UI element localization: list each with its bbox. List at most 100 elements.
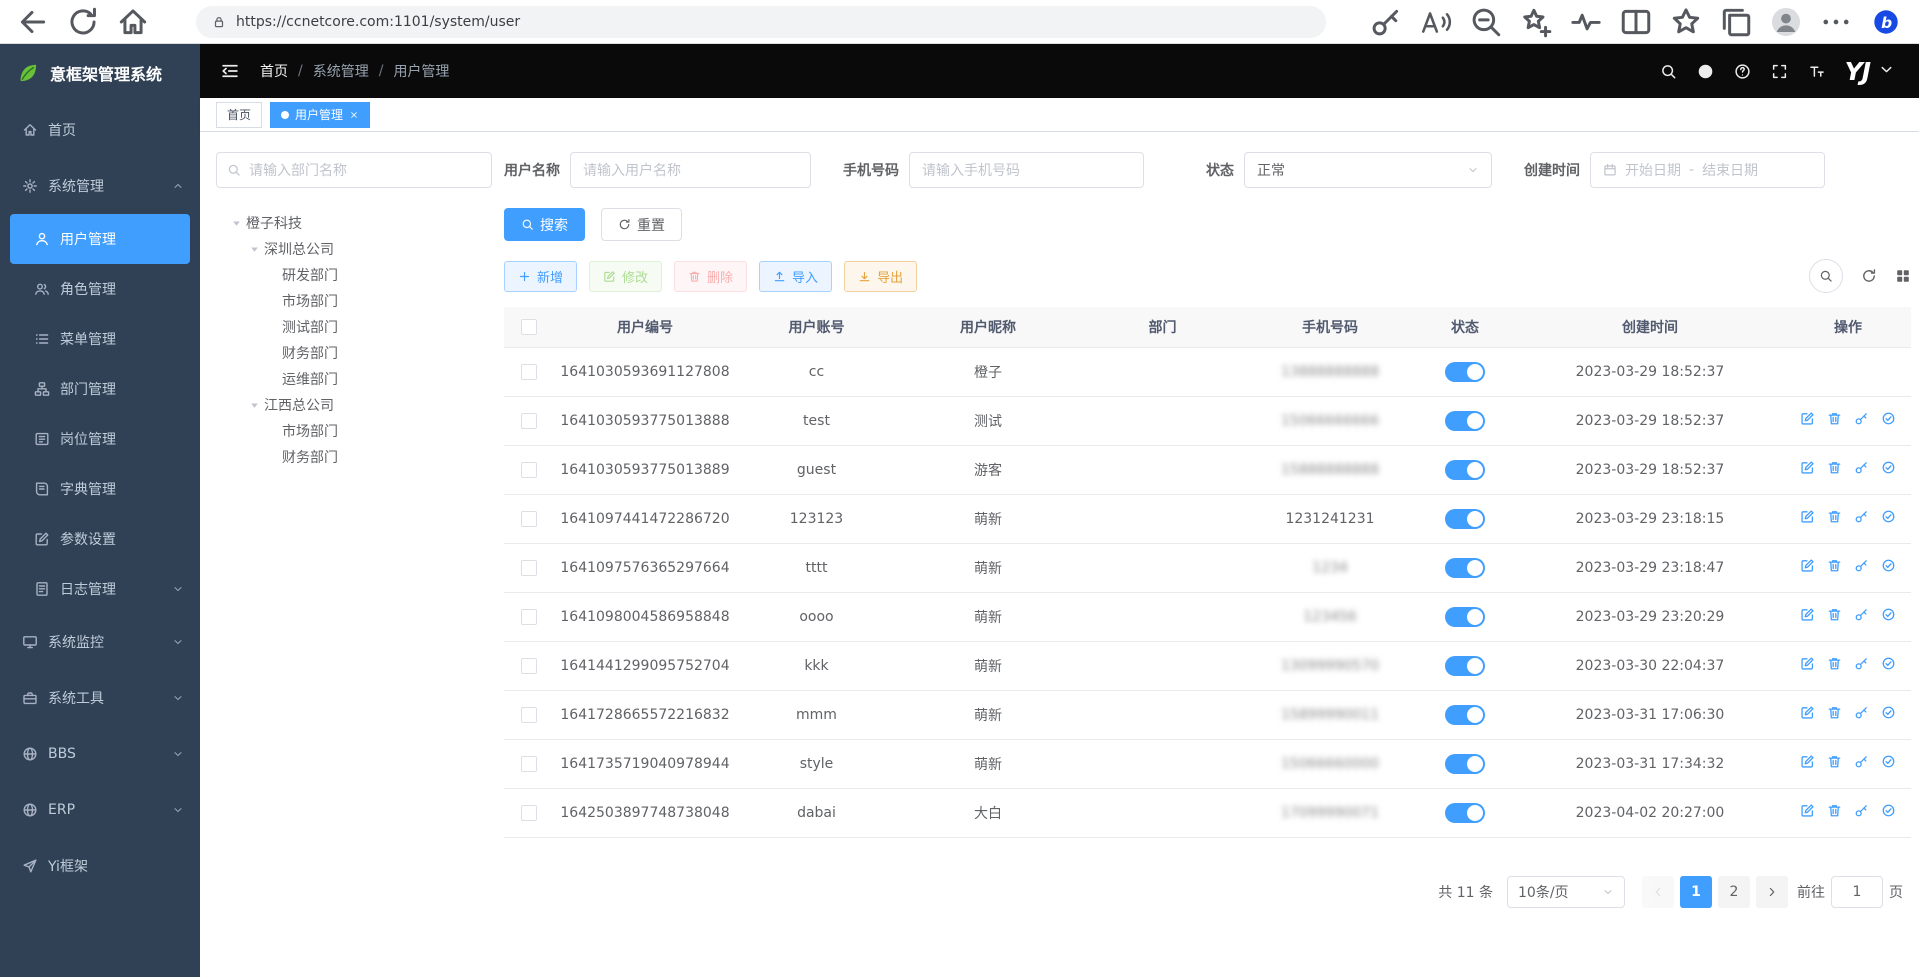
sidebar-item-post[interactable]: 岗位管理 <box>0 414 200 464</box>
page-button-2[interactable]: 2 <box>1718 876 1750 908</box>
browser-back-icon[interactable] <box>16 5 50 39</box>
sidebar-item-dept[interactable]: 部门管理 <box>0 364 200 414</box>
bing-icon[interactable]: b <box>1873 9 1899 35</box>
tree-node[interactable]: 橙子科技 <box>216 210 492 236</box>
sidebar-item-system[interactable]: 系统管理 <box>0 158 200 214</box>
browser-menu-icon[interactable] <box>1819 5 1853 39</box>
row-checkbox[interactable] <box>521 462 537 478</box>
font-size-icon[interactable] <box>1808 63 1825 80</box>
status-toggle[interactable] <box>1445 460 1485 480</box>
row-delete-icon[interactable] <box>1827 460 1842 475</box>
add-button[interactable]: 新增 <box>504 261 577 292</box>
status-toggle[interactable] <box>1445 607 1485 627</box>
sidebar-item-menu[interactable]: 菜单管理 <box>0 314 200 364</box>
status-toggle[interactable] <box>1445 705 1485 725</box>
row-delete-icon[interactable] <box>1827 509 1842 524</box>
table-refresh-icon[interactable] <box>1861 268 1877 284</box>
row-edit-icon[interactable] <box>1800 460 1815 475</box>
row-reset-password-icon[interactable] <box>1854 460 1869 475</box>
row-checkbox[interactable] <box>521 756 537 772</box>
sidebar-item-monitor[interactable]: 系统监控 <box>0 614 200 670</box>
row-reset-password-icon[interactable] <box>1854 411 1869 426</box>
address-bar[interactable]: https://ccnetcore.com:1101/system/user <box>196 6 1326 38</box>
prev-page-button[interactable] <box>1642 876 1674 908</box>
row-edit-icon[interactable] <box>1800 656 1815 671</box>
row-reset-password-icon[interactable] <box>1854 705 1869 720</box>
status-toggle[interactable] <box>1445 803 1485 823</box>
row-delete-icon[interactable] <box>1827 607 1842 622</box>
row-checkbox[interactable] <box>521 413 537 429</box>
password-key-icon[interactable] <box>1369 5 1403 39</box>
row-assign-role-icon[interactable] <box>1881 705 1896 720</box>
sidebar-item-home[interactable]: 首页 <box>0 102 200 158</box>
table-columns-icon[interactable] <box>1895 268 1911 284</box>
split-screen-icon[interactable] <box>1619 5 1653 39</box>
username-input[interactable]: 请输入用户名称 <box>570 152 811 188</box>
row-reset-password-icon[interactable] <box>1854 754 1869 769</box>
export-button[interactable]: 导出 <box>844 261 917 292</box>
sidebar-item-tools[interactable]: 系统工具 <box>0 670 200 726</box>
edit-button[interactable]: 修改 <box>589 261 662 292</box>
tree-node[interactable]: 深圳总公司 <box>216 236 492 262</box>
row-edit-icon[interactable] <box>1800 803 1815 818</box>
row-reset-password-icon[interactable] <box>1854 607 1869 622</box>
status-toggle[interactable] <box>1445 509 1485 529</box>
row-checkbox[interactable] <box>521 511 537 527</box>
row-delete-icon[interactable] <box>1827 705 1842 720</box>
fullscreen-icon[interactable] <box>1771 63 1788 80</box>
row-assign-role-icon[interactable] <box>1881 656 1896 671</box>
page-size-select[interactable]: 10条/页 <box>1507 876 1625 908</box>
help-icon[interactable] <box>1734 63 1751 80</box>
row-delete-icon[interactable] <box>1827 411 1842 426</box>
row-delete-icon[interactable] <box>1827 754 1842 769</box>
tab-0[interactable]: 首页 <box>216 102 262 128</box>
browser-refresh-icon[interactable] <box>66 5 100 39</box>
row-edit-icon[interactable] <box>1800 509 1815 524</box>
row-assign-role-icon[interactable] <box>1881 411 1896 426</box>
row-edit-icon[interactable] <box>1800 754 1815 769</box>
table-search-toggle[interactable] <box>1809 259 1843 293</box>
row-reset-password-icon[interactable] <box>1854 803 1869 818</box>
next-page-button[interactable] <box>1756 876 1788 908</box>
date-range-picker[interactable]: 开始日期 - 结束日期 <box>1590 152 1825 188</box>
tree-node[interactable]: 市场部门 <box>216 418 492 444</box>
tree-node[interactable]: 运维部门 <box>216 366 492 392</box>
read-aloud-icon[interactable] <box>1419 5 1453 39</box>
row-assign-role-icon[interactable] <box>1881 558 1896 573</box>
row-reset-password-icon[interactable] <box>1854 509 1869 524</box>
row-edit-icon[interactable] <box>1800 607 1815 622</box>
profile-avatar[interactable] <box>1769 5 1803 39</box>
row-edit-icon[interactable] <box>1800 558 1815 573</box>
page-button-1[interactable]: 1 <box>1680 876 1712 908</box>
select-all-checkbox[interactable] <box>521 319 537 335</box>
tree-node[interactable]: 研发部门 <box>216 262 492 288</box>
browser-home-icon[interactable] <box>116 5 150 39</box>
status-toggle[interactable] <box>1445 754 1485 774</box>
status-toggle[interactable] <box>1445 411 1485 431</box>
goto-page-input[interactable]: 1 <box>1831 876 1883 908</box>
row-assign-role-icon[interactable] <box>1881 803 1896 818</box>
row-reset-password-icon[interactable] <box>1854 558 1869 573</box>
header-search-icon[interactable] <box>1660 63 1677 80</box>
search-button[interactable]: 搜索 <box>504 208 585 241</box>
row-checkbox[interactable] <box>521 658 537 674</box>
status-toggle[interactable] <box>1445 362 1485 382</box>
favorites-icon[interactable] <box>1669 5 1703 39</box>
status-select[interactable]: 正常 <box>1244 152 1492 188</box>
sidebar-item-bbs[interactable]: BBS <box>0 726 200 782</box>
tree-node[interactable]: 测试部门 <box>216 314 492 340</box>
status-toggle[interactable] <box>1445 558 1485 578</box>
phone-input[interactable]: 请输入手机号码 <box>909 152 1144 188</box>
collections-icon[interactable] <box>1719 5 1753 39</box>
sidebar-item-yi[interactable]: Yi框架 <box>0 838 200 894</box>
reset-button[interactable]: 重置 <box>601 208 682 241</box>
row-checkbox[interactable] <box>521 805 537 821</box>
breadcrumb-item[interactable]: 系统管理 <box>313 61 369 81</box>
import-button[interactable]: 导入 <box>759 261 832 292</box>
sidebar-collapse-icon[interactable] <box>220 61 240 81</box>
github-icon[interactable] <box>1697 63 1714 80</box>
tree-node[interactable]: 财务部门 <box>216 444 492 470</box>
row-assign-role-icon[interactable] <box>1881 509 1896 524</box>
row-checkbox[interactable] <box>521 364 537 380</box>
row-delete-icon[interactable] <box>1827 656 1842 671</box>
